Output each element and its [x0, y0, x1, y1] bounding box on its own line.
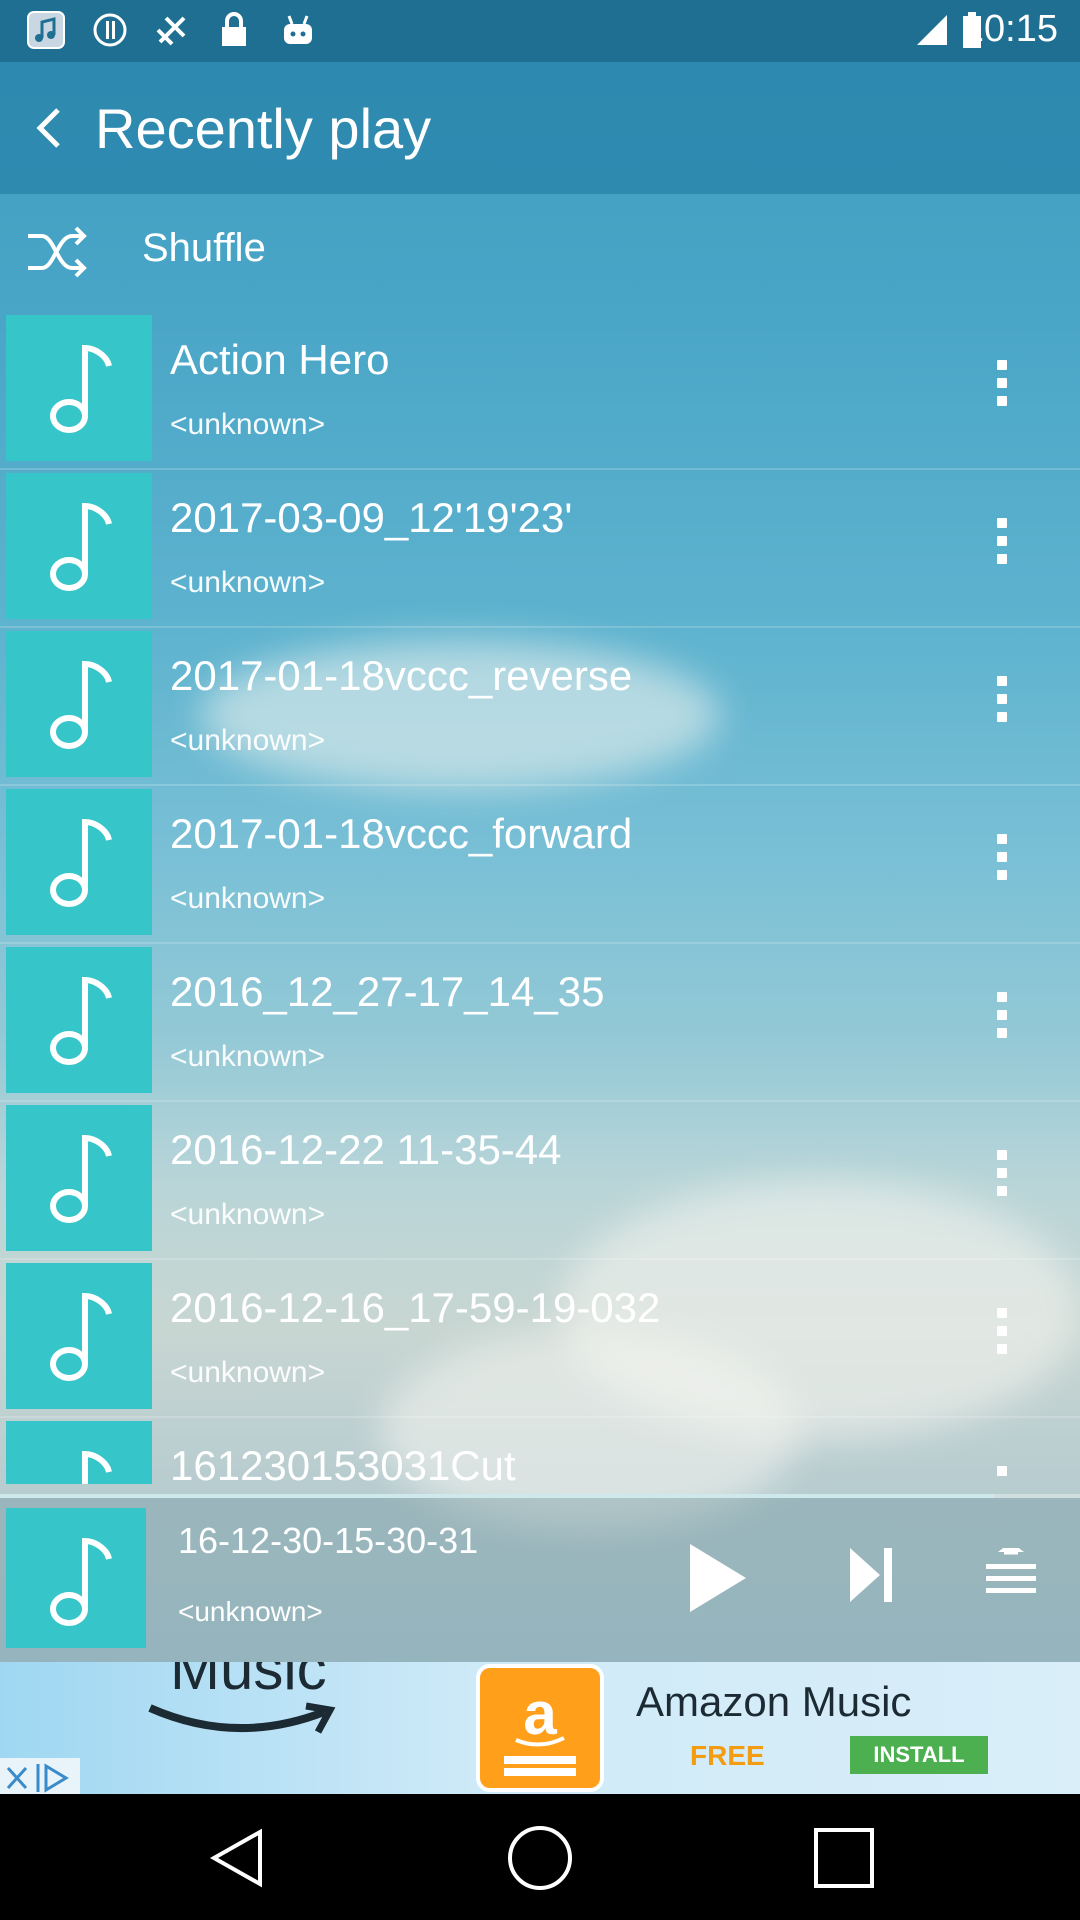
music-note-icon — [50, 976, 112, 1065]
android-icon — [278, 10, 318, 50]
song-list: Action Hero <unknown> 2017-03-09_12'19'2… — [0, 312, 1080, 1484]
more-vert-icon[interactable] — [980, 1460, 1024, 1484]
song-title: 2017-01-18vccc_forward — [170, 810, 633, 857]
system-navigation-bar — [0, 1794, 1080, 1920]
more-vert-icon[interactable] — [980, 354, 1024, 418]
music-note-icon — [50, 1292, 112, 1381]
more-vert-icon[interactable] — [980, 986, 1024, 1050]
amazon-smile-icon — [148, 1702, 336, 1734]
ad-install-button[interactable]: INSTALL — [850, 1736, 988, 1774]
song-title: 2017-03-09_12'19'23' — [170, 494, 573, 541]
music-note-icon — [50, 660, 112, 749]
music-note-icon — [50, 1134, 112, 1223]
skip-next-icon[interactable] — [846, 1542, 896, 1612]
now-playing-thumbnail — [6, 1508, 146, 1648]
amazon-music-logo-icon: a — [476, 1664, 604, 1792]
list-item[interactable]: 2017-03-09_12'19'23' <unknown> — [0, 470, 1080, 628]
song-thumbnail — [6, 473, 152, 619]
shuffle-button[interactable]: Shuffle — [0, 194, 1080, 312]
status-bar: 10:15 — [0, 0, 1080, 62]
list-item[interactable]: 2016-12-22 11-35-44 <unknown> — [0, 1102, 1080, 1260]
music-note-icon — [50, 818, 112, 907]
nav-back-icon[interactable] — [200, 1822, 272, 1894]
nav-home-icon[interactable] — [504, 1822, 576, 1894]
music-note-icon — [82, 1450, 112, 1484]
back-arrow-icon[interactable] — [20, 96, 80, 160]
song-title: 2017-01-18vccc_reverse — [170, 652, 633, 699]
song-thumbnail — [6, 1421, 152, 1484]
now-playing-artist: <unknown> — [178, 1596, 323, 1627]
song-artist: <unknown> — [170, 408, 326, 441]
now-playing-title: 16-12-30-15-30-31 — [178, 1520, 479, 1561]
song-artist: <unknown> — [170, 724, 326, 757]
ad-close-icon[interactable] — [0, 1758, 80, 1794]
app-screen: 10:15 Recently play Shuffle Action Hero … — [0, 0, 1080, 1794]
queue-list-icon[interactable] — [984, 1542, 1038, 1604]
song-thumbnail — [6, 1263, 152, 1409]
list-item[interactable]: 2017-01-18vccc_reverse <unknown> — [0, 628, 1080, 786]
fake-gps-icon — [152, 10, 192, 50]
list-item[interactable]: 2016_12_27-17_14_35 <unknown> — [0, 944, 1080, 1102]
song-thumbnail — [6, 789, 152, 935]
list-item[interactable]: 161230153031Cut — [0, 1418, 1080, 1484]
ad-headline: Amazon Music — [636, 1678, 912, 1725]
clock: 10:15 — [962, 8, 1058, 50]
song-artist: <unknown> — [170, 566, 326, 599]
more-vert-icon[interactable] — [980, 512, 1024, 576]
play-icon[interactable] — [682, 1538, 752, 1622]
song-artist: <unknown> — [170, 1040, 326, 1073]
song-thumbnail — [6, 315, 152, 461]
music-app-icon — [26, 10, 66, 50]
music-note-icon — [50, 1537, 112, 1626]
nav-recents-icon[interactable] — [808, 1822, 880, 1894]
song-artist: <unknown> — [170, 1356, 326, 1389]
song-thumbnail — [6, 947, 152, 1093]
song-title: 2016-12-16_17-59-19-032 — [170, 1284, 661, 1331]
song-artist: <unknown> — [170, 882, 326, 915]
app-bar: Recently play — [0, 62, 1080, 194]
more-vert-icon[interactable] — [980, 1144, 1024, 1208]
ad-free-label: FREE — [690, 1740, 765, 1771]
lock-icon — [214, 10, 254, 50]
ad-banner[interactable]: Music a Amazon Music FREE INSTALL — [0, 1662, 1080, 1794]
more-vert-icon[interactable] — [980, 828, 1024, 892]
song-thumbnail — [6, 1105, 152, 1251]
song-title: 161230153031Cut — [170, 1442, 516, 1484]
sync-icon — [90, 10, 130, 50]
ad-partial-word: Music — [170, 1662, 327, 1702]
music-note-icon — [50, 502, 112, 591]
svg-text:a: a — [523, 1680, 557, 1747]
more-vert-icon[interactable] — [980, 1302, 1024, 1366]
more-vert-icon[interactable] — [980, 670, 1024, 734]
song-thumbnail — [6, 631, 152, 777]
list-item[interactable]: Action Hero <unknown> — [0, 312, 1080, 470]
song-title: 2016_12_27-17_14_35 — [170, 968, 605, 1015]
shuffle-icon — [24, 224, 90, 280]
shuffle-label: Shuffle — [142, 226, 266, 270]
song-title: 2016-12-22 11-35-44 — [170, 1126, 562, 1173]
music-note-icon — [50, 344, 112, 433]
list-item[interactable]: 2017-01-18vccc_forward <unknown> — [0, 786, 1080, 944]
page-title: Recently play — [95, 97, 432, 160]
signal-icon — [912, 10, 952, 50]
now-playing-bar[interactable]: 16-12-30-15-30-31 <unknown> — [0, 1498, 1080, 1662]
song-title: Action Hero — [170, 336, 390, 383]
song-artist: <unknown> — [170, 1198, 326, 1231]
list-item[interactable]: 2016-12-16_17-59-19-032 <unknown> — [0, 1260, 1080, 1418]
